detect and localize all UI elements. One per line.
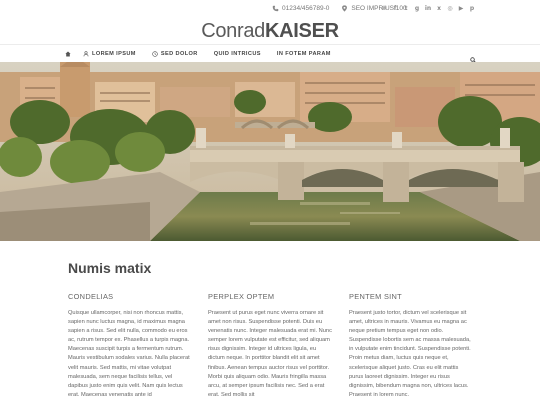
hero-image xyxy=(0,62,540,241)
clock-icon xyxy=(152,51,158,57)
home-icon[interactable] xyxy=(63,49,73,59)
search-icon[interactable] xyxy=(470,50,478,63)
nav-item-label: QUID INTRICUS xyxy=(213,51,261,57)
xing-icon[interactable]: x xyxy=(435,4,443,12)
site-logo[interactable]: ConradKAISER xyxy=(0,20,540,43)
content-column: CONDELIAS Quisque ullamcorper, nisi non … xyxy=(68,292,192,400)
column-text: Praesent justo tortor, dictum vel sceler… xyxy=(349,310,471,398)
phone-icon xyxy=(272,5,279,12)
nav-item-label: LOREM IPSUM xyxy=(92,51,136,57)
nav-item-in-fotem-param[interactable]: IN FOTEM PARAM xyxy=(277,51,331,57)
content-column: PENTEM SINT Praesent justo tortor, dictu… xyxy=(349,292,473,400)
column-title: CONDELIAS xyxy=(68,292,114,301)
nav-item-sed-dolor[interactable]: SED DOLOR xyxy=(152,51,198,57)
column-title: PENTEM SINT xyxy=(349,292,402,301)
logo-first-name: Conrad xyxy=(201,20,265,42)
social-links: ✉ f t g in x ◎ ▶ p xyxy=(380,4,476,12)
nav-item-quid-intricus[interactable]: QUID INTRICUS xyxy=(214,51,261,57)
content-column: PERPLEX OPTEM Praesent ut purus eget nun… xyxy=(208,292,332,400)
linkedin-icon[interactable]: in xyxy=(424,4,432,12)
google-plus-icon[interactable]: g xyxy=(413,4,421,12)
nav-item-lorem-ipsum[interactable]: LOREM IPSUM xyxy=(83,51,136,57)
top-bar: 01234/456789-0 SEO IMPRIUS 100 ✉ f t g in x ◎ ▶… xyxy=(0,0,540,16)
column-title: PERPLEX OPTEM xyxy=(208,292,275,301)
nav-item-label: IN FOTEM PARAM xyxy=(276,51,331,57)
map-marker-icon xyxy=(342,5,348,12)
nav-item-label: SED DOLOR xyxy=(160,51,198,57)
youtube-icon[interactable]: ▶ xyxy=(457,4,465,12)
main-navigation: LOREM IPSUM SED DOLOR QUID INTRICUS IN F… xyxy=(0,44,540,63)
column-text: Quisque ullamcorper, nisi non rhoncus ma… xyxy=(68,310,190,398)
main-content: Numis matix CONDELIAS Quisque ullamcorpe… xyxy=(0,241,540,405)
phone-number[interactable]: 01234/456789-0 xyxy=(282,5,329,12)
logo-last-name: KAISER xyxy=(265,20,339,42)
column-text: Praesent ut purus eget nunc viverra orna… xyxy=(208,310,332,398)
twitter-icon[interactable]: t xyxy=(402,4,410,12)
user-icon xyxy=(83,51,89,57)
page-title: Numis matix xyxy=(68,260,152,276)
mail-icon[interactable]: ✉ xyxy=(380,4,388,12)
instagram-icon[interactable]: ◎ xyxy=(446,4,454,12)
facebook-icon[interactable]: f xyxy=(391,4,399,12)
pinterest-icon[interactable]: p xyxy=(468,4,476,12)
